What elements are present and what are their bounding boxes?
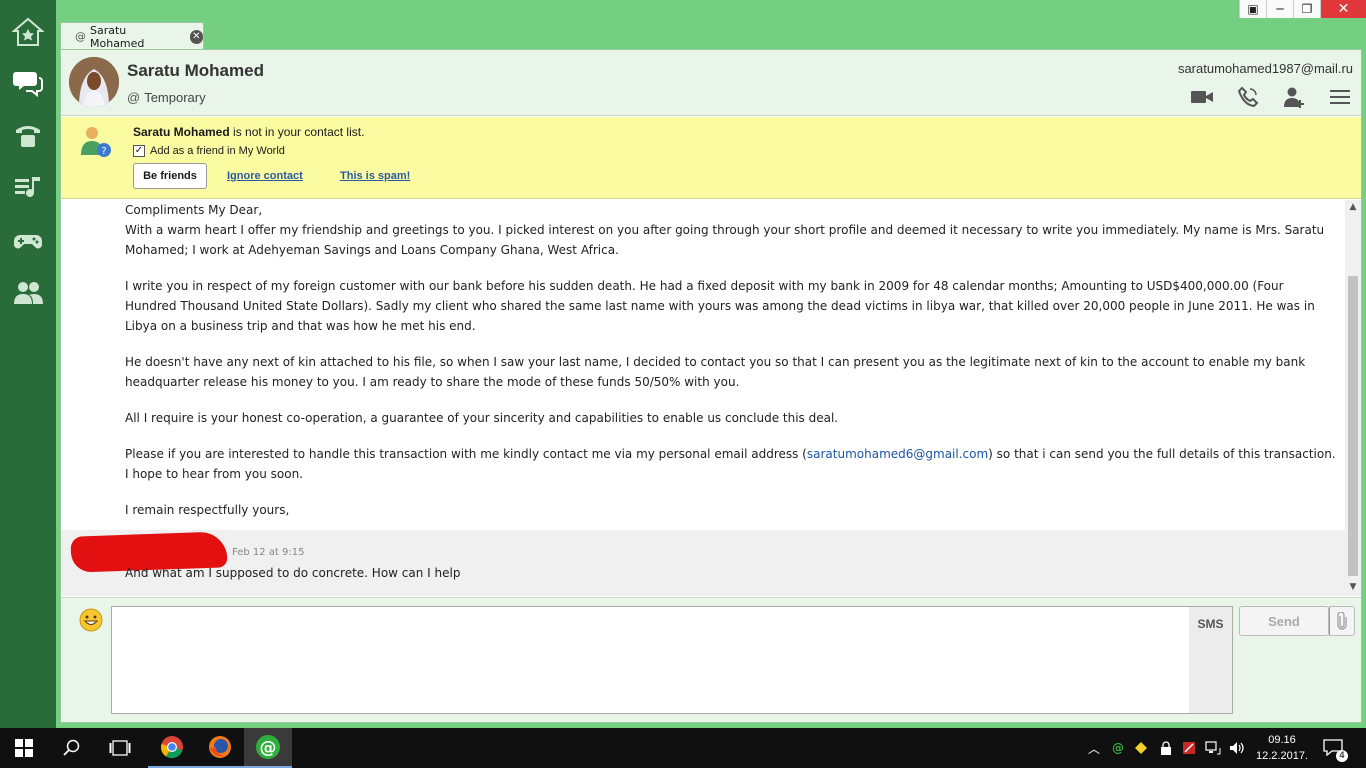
message-history[interactable]: Compliments My Dear, With a warm heart I… — [61, 200, 1361, 596]
task-view-icon[interactable] — [96, 728, 144, 768]
firefox-icon[interactable] — [196, 728, 244, 768]
notice-message: Saratu Mohamed is not in your contact li… — [133, 125, 364, 139]
contact-name: Saratu Mohamed — [127, 61, 264, 80]
message-input[interactable] — [111, 606, 1233, 714]
restore-button[interactable]: ❐ — [1293, 0, 1320, 18]
message-paragraph: With a warm heart I offer my friendship … — [125, 223, 1325, 257]
avatar[interactable] — [69, 57, 119, 107]
close-tab-icon[interactable]: ✕ — [189, 29, 203, 44]
compact-mode-button[interactable]: ▣ — [1239, 0, 1266, 18]
emoji-icon[interactable] — [79, 608, 103, 632]
message-paragraph: He doesn't have any next of kin attached… — [125, 355, 1306, 389]
chat-window: ▣ ─ ❐ ✕ @ Saratu Mohamed ✕ Saratu Mohame… — [56, 0, 1366, 728]
contact-header: Saratu Mohamed @ Temporary saratumohamed1… — [61, 50, 1361, 116]
svg-text:?: ? — [101, 146, 106, 157]
send-button[interactable]: Send — [1239, 606, 1329, 636]
notice-text: is not in your contact list. — [229, 125, 365, 139]
games-icon[interactable] — [10, 222, 46, 258]
minimize-button[interactable]: ─ — [1266, 0, 1293, 18]
message-text: Please if you are interested to handle t… — [125, 447, 807, 461]
unknown-contact-icon: ? — [79, 125, 113, 159]
window-controls: ▣ ─ ❐ ✕ — [1239, 0, 1366, 18]
mail-agent-icon[interactable]: @ — [244, 728, 292, 768]
menu-icon[interactable] — [1327, 86, 1353, 108]
message-scrollbar[interactable]: ▲ ▼ — [1345, 200, 1361, 596]
paperclip-icon[interactable] — [1329, 606, 1355, 636]
chrome-icon[interactable] — [148, 728, 196, 768]
status-label: Temporary — [144, 90, 206, 105]
mail-agent-tray-icon[interactable]: @ — [1109, 740, 1127, 756]
contact-status: @ Temporary — [127, 90, 206, 105]
contact-email: saratumohamed1987@mail.ru — [1177, 61, 1353, 76]
add-friend-checkbox[interactable]: ✓ Add as a friend in My World — [133, 145, 285, 157]
tab-saratu-mohamed[interactable]: @ Saratu Mohamed ✕ — [60, 22, 204, 50]
network-icon[interactable] — [1204, 740, 1222, 756]
tray-app-icon[interactable] — [1132, 740, 1150, 756]
message-paragraph: All I require is your honest co-operatio… — [125, 411, 839, 425]
video-call-icon[interactable] — [1189, 86, 1215, 108]
spam-link[interactable]: This is spam! — [340, 170, 410, 182]
not-in-contacts-notice: ? Saratu Mohamed is not in your contact … — [61, 117, 1361, 199]
notification-count-badge: 4 — [1336, 750, 1348, 762]
message-composer: SMS Send — [61, 597, 1361, 722]
reply-text: And what am I supposed to do concrete. H… — [125, 566, 461, 580]
add-contact-icon[interactable] — [1281, 86, 1307, 108]
at-icon: @ — [75, 30, 86, 43]
message-greeting: Compliments My Dear, — [125, 203, 263, 217]
clock-time: 09.16 — [1268, 734, 1296, 746]
message-closing: I remain respectfully yours, — [125, 503, 290, 517]
phone-icon[interactable] — [10, 118, 46, 154]
message-timestamp: Feb 12 at 9:15 — [232, 547, 305, 558]
be-friends-button[interactable]: Be friends — [133, 163, 207, 189]
email-link[interactable]: saratumohamed6@gmail.com — [807, 447, 988, 461]
music-icon[interactable] — [10, 170, 46, 206]
sms-toggle-button[interactable]: SMS — [1189, 607, 1232, 713]
message-paragraph: I write you in respect of my foreign cus… — [125, 279, 1315, 333]
taskbar-clock[interactable]: 09.16 12.2.2017. — [1250, 732, 1314, 764]
app-sidebar — [0, 0, 56, 728]
lock-icon[interactable] — [1157, 740, 1175, 756]
incoming-message: Compliments My Dear, With a warm heart I… — [125, 200, 1337, 520]
svg-text:@: @ — [260, 738, 277, 758]
scroll-thumb[interactable] — [1348, 276, 1358, 576]
chevron-up-icon[interactable]: ︿ — [1085, 740, 1103, 756]
search-icon[interactable] — [48, 728, 96, 768]
outgoing-message: Feb 12 at 9:15 And what am I supposed to… — [61, 530, 1345, 596]
chat-icon[interactable] — [10, 64, 46, 100]
close-window-button[interactable]: ✕ — [1320, 0, 1366, 18]
scroll-down-icon[interactable]: ▼ — [1347, 582, 1359, 594]
add-friend-label: Add as a friend in My World — [150, 145, 285, 157]
at-icon: @ — [127, 90, 141, 105]
windows-start-icon[interactable] — [0, 728, 48, 768]
checkbox-checked-icon[interactable]: ✓ — [133, 145, 145, 157]
windows-taskbar: @ ︿ @ 09.16 12.2.2017. 4 — [0, 728, 1366, 768]
security-icon[interactable] — [1180, 740, 1198, 756]
scroll-up-icon[interactable]: ▲ — [1347, 202, 1359, 214]
voice-call-icon[interactable] — [1235, 86, 1261, 108]
clock-date: 12.2.2017. — [1256, 750, 1308, 762]
message-paragraph: Please if you are interested to handle t… — [125, 444, 1337, 484]
notice-contact-name: Saratu Mohamed — [133, 125, 230, 139]
volume-icon[interactable] — [1228, 740, 1246, 756]
contacts-icon[interactable] — [10, 274, 46, 310]
action-center-icon[interactable]: 4 — [1322, 738, 1348, 762]
ignore-contact-link[interactable]: Ignore contact — [227, 170, 303, 182]
tab-label: Saratu Mohamed — [90, 23, 145, 50]
home-icon[interactable] — [10, 14, 46, 50]
conversation-panel: Saratu Mohamed @ Temporary saratumohamed1… — [60, 49, 1362, 723]
